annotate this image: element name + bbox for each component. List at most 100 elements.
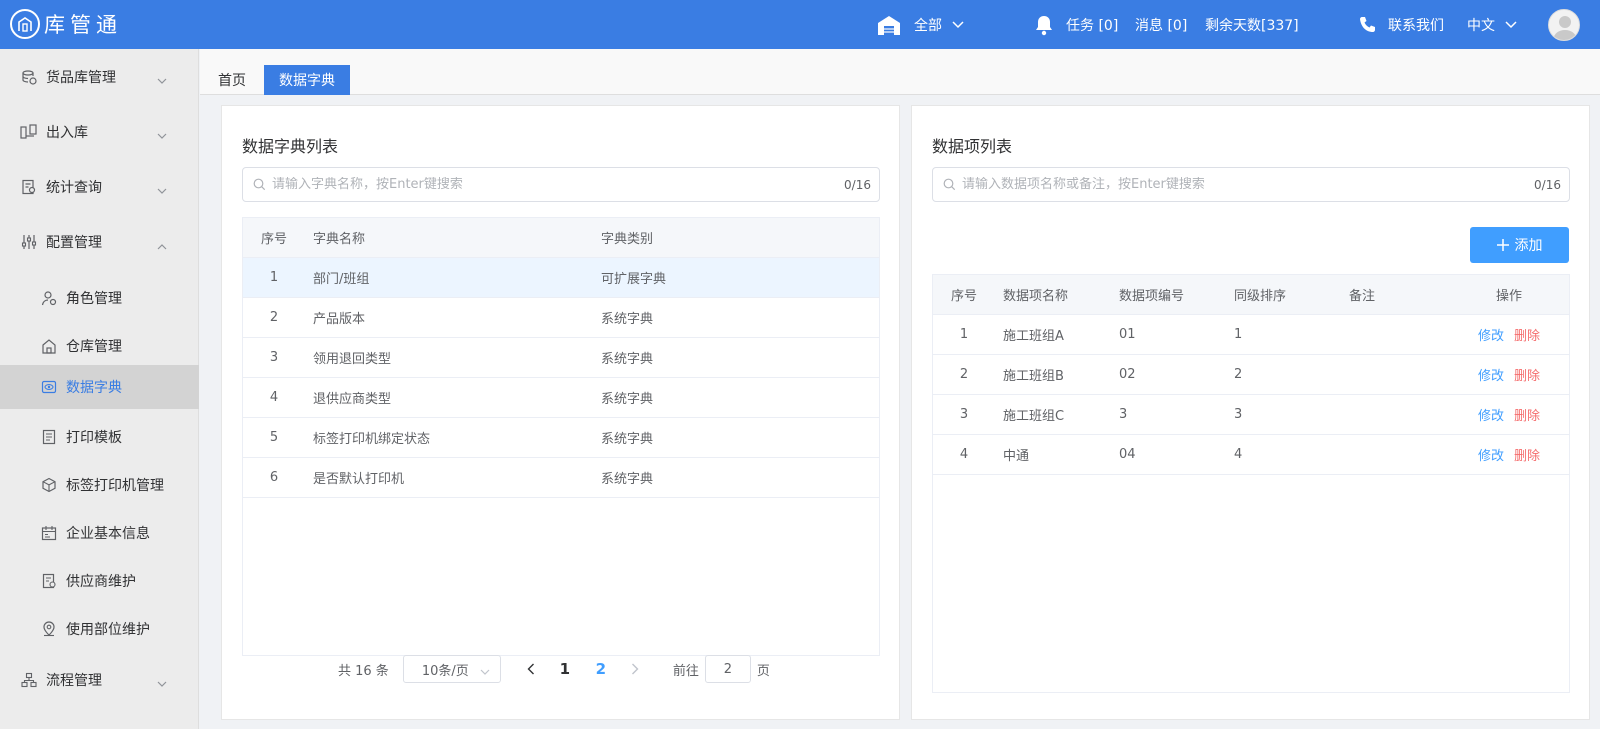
- item-code: 04: [1111, 434, 1226, 475]
- add-item-button[interactable]: 添加: [1470, 227, 1569, 263]
- edit-button[interactable]: 修改: [1478, 329, 1504, 344]
- dictionary-search[interactable]: 0/16: [242, 167, 880, 202]
- delete-button[interactable]: 删除: [1514, 329, 1540, 344]
- sidebar-item-data-dictionary[interactable]: 数据字典: [0, 365, 199, 409]
- column-header: 序号: [243, 218, 305, 258]
- next-page-button[interactable]: [631, 663, 639, 675]
- sidebar-item-inout[interactable]: 出入库: [0, 110, 199, 154]
- sidebar-item-supplier[interactable]: 供应商维护: [0, 557, 199, 605]
- row-index: 4: [243, 377, 305, 418]
- sidebar-item-label: 打印模板: [66, 430, 122, 446]
- sidebar-item-config[interactable]: 配置管理: [0, 220, 199, 264]
- sidebar-item-label-printer[interactable]: 标签打印机管理: [0, 461, 199, 509]
- page-size-select[interactable]: 10条/页: [402, 655, 501, 683]
- column-header: 同级排序: [1226, 275, 1341, 315]
- warehouse-icon: [876, 14, 902, 36]
- item-remark: [1341, 354, 1449, 395]
- data-item-panel: 数据项列表 0/16 序号 数据项名称 数据项编号 同级排序 备注 操作 1: [911, 105, 1590, 720]
- sidebar-item-label: 企业基本信息: [66, 526, 150, 542]
- delete-button[interactable]: 删除: [1514, 449, 1540, 464]
- column-header: 字典类别: [593, 218, 879, 258]
- contact-link[interactable]: 联系我们: [1358, 0, 1444, 49]
- row-index: 2: [243, 297, 305, 338]
- table-row[interactable]: 1 部门/班组 可扩展字典: [243, 257, 879, 298]
- dictionary-name: 部门/班组: [305, 257, 593, 298]
- sidebar-item-label: 标签打印机管理: [66, 478, 164, 494]
- edit-button[interactable]: 修改: [1478, 369, 1504, 384]
- add-button-label: 添加: [1514, 238, 1543, 254]
- table-row[interactable]: 5 标签打印机绑定状态 系统字典: [243, 417, 879, 458]
- sidebar-item-warehouse[interactable]: 仓库管理: [0, 322, 199, 370]
- table-row[interactable]: 2 产品版本 系统字典: [243, 297, 879, 338]
- phone-icon: [1358, 15, 1378, 35]
- goto-page-input[interactable]: [704, 655, 751, 683]
- language-selector[interactable]: 中文: [1467, 0, 1517, 49]
- search-input[interactable]: [962, 177, 1535, 192]
- delete-button[interactable]: 删除: [1514, 369, 1540, 384]
- tab-data-dictionary[interactable]: 数据字典: [264, 65, 350, 95]
- dictionary-table: 序号 字典名称 字典类别 1 部门/班组 可扩展字典 2 产品版本 系统字典 3: [242, 217, 880, 656]
- dictionary-type: 系统字典: [593, 337, 879, 378]
- language-label: 中文: [1467, 17, 1495, 34]
- table-row[interactable]: 3 施工班组C 3 3 修改 删除: [933, 394, 1569, 435]
- chevron-down-icon: [1505, 20, 1517, 29]
- page-button-1[interactable]: 1: [551, 660, 579, 678]
- table-row[interactable]: 4 退供应商类型 系统字典: [243, 377, 879, 418]
- template-icon: [40, 428, 58, 446]
- goto-label: 前往: [672, 663, 699, 679]
- item-name: 施工班组B: [995, 354, 1111, 395]
- sidebar-item-label: 数据字典: [66, 380, 122, 396]
- tab-home[interactable]: 首页: [216, 65, 248, 95]
- chevron-down-icon: [157, 183, 167, 199]
- item-code: 01: [1111, 314, 1226, 355]
- bell-icon: [1034, 14, 1054, 36]
- page-button-2-current[interactable]: 2: [587, 660, 615, 678]
- item-remark: [1341, 434, 1449, 475]
- table-header-row: 序号 字典名称 字典类别: [243, 218, 879, 258]
- item-name: 施工班组A: [995, 314, 1111, 355]
- edit-button[interactable]: 修改: [1478, 449, 1504, 464]
- prev-page-button[interactable]: [527, 663, 535, 675]
- table-row[interactable]: 3 领用退回类型 系统字典: [243, 337, 879, 378]
- sidebar-item-label: 配置管理: [46, 235, 102, 251]
- chevron-down-icon: [157, 128, 167, 144]
- sidebar-item-flow[interactable]: 流程管理: [0, 658, 199, 702]
- transfer-icon: [20, 123, 38, 141]
- warehouse-scope-label: 全部: [914, 17, 942, 34]
- warehouse-selector[interactable]: 全部: [876, 0, 964, 49]
- avatar[interactable]: [1548, 9, 1580, 41]
- table-row[interactable]: 6 是否默认打印机 系统字典: [243, 457, 879, 498]
- sidebar-item-statistics[interactable]: 统计查询: [0, 165, 199, 209]
- message-link[interactable]: 消息 [0]: [1135, 0, 1187, 49]
- sidebar-item-print-template[interactable]: 打印模板: [0, 413, 199, 461]
- edit-button[interactable]: 修改: [1478, 409, 1504, 424]
- sidebar-item-goods-library[interactable]: 货品库管理: [0, 55, 199, 99]
- table-row[interactable]: 2 施工班组B 02 2 修改 删除: [933, 354, 1569, 395]
- sidebar-item-usage-location[interactable]: 使用部位维护: [0, 605, 199, 653]
- item-remark: [1341, 394, 1449, 435]
- dictionary-name: 领用退回类型: [305, 337, 593, 378]
- row-actions: 修改 删除: [1449, 434, 1569, 475]
- dictionary-name: 标签打印机绑定状态: [305, 417, 593, 458]
- chevron-down-icon: [157, 73, 167, 89]
- sidebar-item-roles[interactable]: 角色管理: [0, 274, 199, 322]
- logo[interactable]: 库管通: [10, 9, 122, 39]
- sidebar-item-company-info[interactable]: 企业基本信息: [0, 509, 199, 557]
- sidebar-item-label: 出入库: [46, 125, 88, 141]
- dictionary-panel: 数据字典列表 0/16 序号 字典名称 字典类别 1 部门/班组 可扩展字典: [221, 105, 900, 720]
- sidebar-item-label: 流程管理: [46, 673, 102, 689]
- delete-button[interactable]: 删除: [1514, 409, 1540, 424]
- table-row[interactable]: 1 施工班组A 01 1 修改 删除: [933, 314, 1569, 355]
- dictionary-icon: [40, 378, 58, 396]
- sliders-icon: [20, 233, 38, 251]
- data-item-search[interactable]: 0/16: [932, 167, 1570, 202]
- table-row[interactable]: 4 中通 04 4 修改 删除: [933, 434, 1569, 475]
- item-order: 1: [1226, 314, 1341, 355]
- supplier-icon: [40, 572, 58, 590]
- logo-text: 库管通: [44, 13, 122, 37]
- search-input[interactable]: [272, 177, 845, 192]
- row-actions: 修改 删除: [1449, 394, 1569, 435]
- column-header: 操作: [1449, 275, 1569, 315]
- task-link[interactable]: 任务 [0]: [1034, 0, 1118, 49]
- column-header: 数据项编号: [1111, 275, 1226, 315]
